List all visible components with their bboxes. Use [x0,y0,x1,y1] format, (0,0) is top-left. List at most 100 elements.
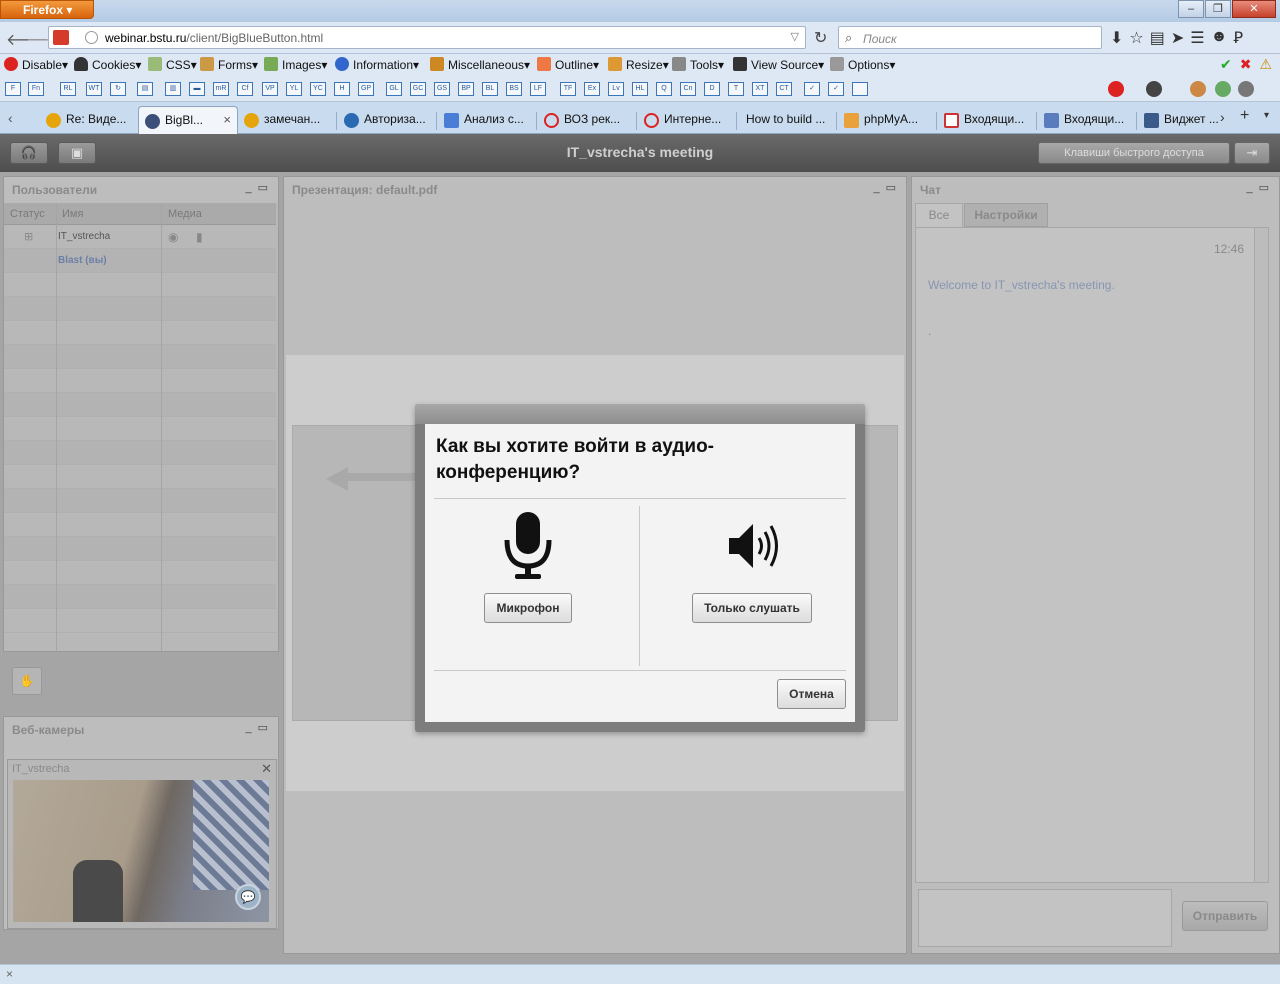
accessibility-tool-button[interactable]: Q [656,82,672,96]
url-bar[interactable]: webinar.bstu.ru/client/BigBlueButton.htm… [48,26,806,49]
accessibility-tool-button[interactable]: Fn [28,82,44,96]
col-name[interactable]: Имя [62,208,83,220]
chat-icon[interactable]: ☻ [1211,28,1228,48]
panel-controls[interactable]: _▭ [1246,181,1275,194]
restore-button[interactable]: ❐ [1205,0,1231,18]
tab-2-active[interactable]: BigBl... × [138,106,238,134]
devbar-tools[interactable]: Tools▾ [672,57,724,72]
accessibility-tool-button[interactable]: F [5,82,21,96]
devbar-css[interactable]: CSS▾ [148,57,197,72]
download-icon[interactable]: ⬇ [1110,28,1123,48]
accessibility-tool-button[interactable]: GS [434,82,450,96]
extension-icon[interactable] [1190,81,1206,97]
search-bar[interactable]: ⌕ Поиск [838,26,1102,49]
accessibility-tool-button[interactable]: BP [458,82,474,96]
firefox-menu-button[interactable]: Firefox ▾ [0,0,94,19]
accessibility-tool-button[interactable]: VP [262,82,278,96]
tab-7[interactable]: Интерне... [638,106,736,134]
close-tab-icon[interactable]: × [223,112,231,127]
check-icon[interactable]: ✔ [1220,56,1232,73]
accessibility-tool-button[interactable]: ▬ [189,82,205,96]
bookmarks-list-icon[interactable]: ▤ [1150,28,1165,48]
chat-tab-all[interactable]: Все [915,203,963,227]
pipette-icon[interactable] [1146,81,1162,97]
logout-button[interactable]: ⇥ [1234,142,1270,164]
accessibility-tool-button[interactable]: Cf [237,82,253,96]
accessibility-tool-button[interactable]: ↻ [110,82,126,96]
accessibility-tool-button[interactable]: BS [506,82,522,96]
accessibility-tool-button[interactable]: Ex [584,82,600,96]
panel-controls[interactable]: _▭ [873,181,902,194]
tab-8[interactable]: How to build ... [738,106,836,134]
devbar-options[interactable]: Options▾ [830,57,895,72]
close-webcam-icon[interactable]: ✕ [261,761,272,777]
devbar-images[interactable]: Images▾ [264,57,327,72]
tab-1[interactable]: Re: Виде... [40,106,138,134]
extension-icon[interactable]: Ꝑ [1233,28,1243,48]
accessibility-tool-button[interactable]: HL [632,82,648,96]
microphone-button[interactable]: Микрофон [484,593,572,623]
accessibility-tool-button[interactable]: GC [410,82,426,96]
accessibility-tool-button[interactable]: Lv [608,82,624,96]
devbar-forms[interactable]: Forms▾ [200,57,258,72]
minimize-button[interactable]: – [1178,0,1204,18]
accessibility-tool-button[interactable]: mR [213,82,229,96]
panel-controls[interactable]: _▭ [245,721,274,734]
accessibility-tool-button[interactable]: GL [386,82,402,96]
accessibility-tool-button[interactable]: ▥ [165,82,181,96]
gear-icon[interactable] [1238,81,1254,97]
shortcut-keys-button[interactable]: Клавиши быстрого доступа [1038,142,1230,164]
chat-send-button[interactable]: Отправить [1182,901,1268,931]
tab-4[interactable]: Авториза... [338,106,436,134]
menu-icon[interactable]: ☰ [1190,28,1204,48]
listen-only-button[interactable]: Только слушать [692,593,812,623]
accessibility-tool-button[interactable]: H [334,82,350,96]
devbar-miscellaneous[interactable]: Miscellaneous▾ [430,57,530,72]
chat-tab-settings[interactable]: Настройки [964,203,1048,227]
tabs-scroll-right-icon[interactable]: › [1220,109,1225,125]
tab-6[interactable]: ВОЗ рек... [538,106,636,134]
bookmark-star-icon[interactable]: ☆ [1129,28,1143,48]
devbar-view-source[interactable]: View Source▾ [733,57,824,72]
tab-10[interactable]: Входящи... [938,106,1036,134]
tab-list-icon[interactable]: ▾ [1264,110,1269,121]
accessibility-tool-button[interactable]: Cn [680,82,696,96]
col-status[interactable]: Статус [10,208,45,220]
devbar-information[interactable]: Information▾ [335,57,419,72]
tab-3[interactable]: замечан... [238,106,336,134]
reload-icon[interactable]: ↻ [814,28,827,48]
table-row[interactable]: Blast (вы) [4,249,276,273]
send-icon[interactable]: ➤ [1171,28,1184,48]
col-media[interactable]: Медиа [168,208,202,220]
warning-icon[interactable]: ⚠ [1259,56,1272,73]
devbar-disable[interactable]: Disable▾ [4,57,68,72]
accessibility-tool-button[interactable]: RL [60,82,76,96]
accessibility-tool-button[interactable]: TF [560,82,576,96]
site-identity-icon[interactable] [53,30,69,45]
accessibility-tool-button[interactable]: CT [776,82,792,96]
panel-controls[interactable]: _▭ [245,181,274,194]
tab-11[interactable]: Входящи... [1038,106,1136,134]
accessibility-tool-button[interactable]: YL [286,82,302,96]
chat-input[interactable] [918,889,1172,947]
tabs-scroll-left-icon[interactable]: ‹ [8,110,13,126]
accessibility-tool-button[interactable]: YC [310,82,326,96]
accessibility-tool-button[interactable]: D [704,82,720,96]
devbar-resize[interactable]: Resize▾ [608,57,669,72]
accessibility-tool-button[interactable] [852,82,868,96]
accessibility-tool-button[interactable]: ▤ [137,82,153,96]
accessibility-tool-button[interactable]: BL [482,82,498,96]
error-icon[interactable]: ✖ [1240,56,1252,73]
accessibility-tool-button[interactable]: ✓ [828,82,844,96]
close-statusbar-icon[interactable]: × [6,967,13,981]
raise-hand-button[interactable]: ✋ [12,667,42,695]
accessibility-tool-button[interactable]: XT [752,82,768,96]
clipboard-icon[interactable] [1215,81,1231,97]
close-window-button[interactable]: ✕ [1232,0,1276,18]
abp-icon[interactable] [1108,81,1124,97]
table-row[interactable]: ⊞ IT_vstrecha ◉ ▮ [4,225,276,249]
accessibility-tool-button[interactable]: ✓ [804,82,820,96]
devbar-cookies[interactable]: Cookies▾ [74,57,141,72]
webcam-chat-icon[interactable]: 💬 [235,884,261,910]
new-tab-icon[interactable]: + [1240,107,1249,125]
